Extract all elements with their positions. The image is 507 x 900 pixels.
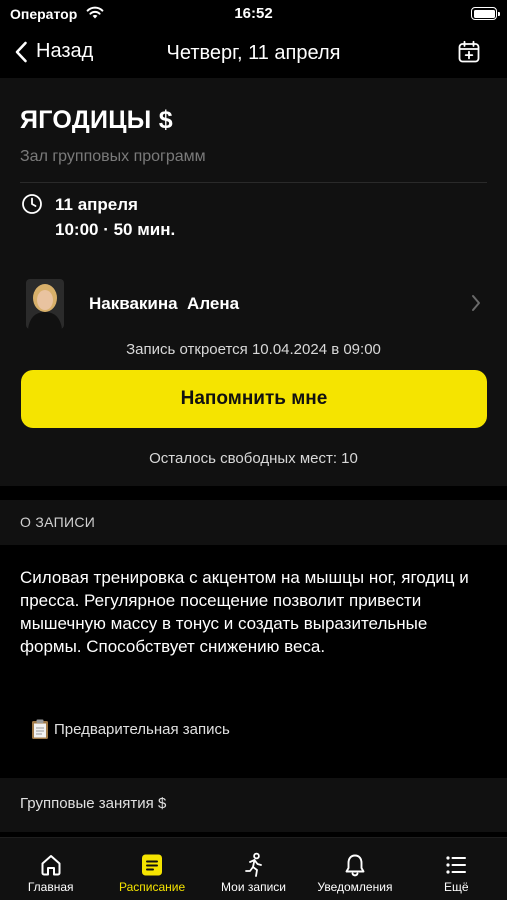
prebook-label: Предварительная запись xyxy=(54,720,230,738)
home-icon xyxy=(41,855,61,876)
group-classes-label: Групповые занятия $ xyxy=(20,795,167,812)
tab-my-bookings[interactable]: Мои записи xyxy=(203,838,304,900)
status-bar: Оператор 16:52 xyxy=(0,0,507,30)
calendar-add-icon[interactable] xyxy=(457,40,481,64)
tab-home[interactable]: Главная xyxy=(0,838,101,900)
divider xyxy=(20,182,487,183)
trainer-name: Наквакина Алена xyxy=(89,294,240,313)
tab-label: Уведомления xyxy=(317,880,393,894)
tab-bar: Главная Расписание Мои записи Уведомлени… xyxy=(0,837,507,900)
tab-more[interactable]: Ещё xyxy=(406,838,507,900)
about-section-header: О ЗАПИСИ xyxy=(0,500,507,545)
clipboard-icon xyxy=(32,719,48,739)
clock-time: 16:52 xyxy=(234,5,273,22)
navigation-bar: Назад Четверг, 11 апреля xyxy=(0,30,507,78)
trainer-row[interactable]: Наквакина Алена xyxy=(0,274,507,334)
class-title: ЯГОДИЦЫ $ xyxy=(20,106,173,134)
schedule-icon xyxy=(142,854,163,876)
tab-label: Ещё xyxy=(444,880,469,894)
trainer-avatar xyxy=(26,279,64,329)
tab-label: Мои записи xyxy=(221,880,286,894)
runner-icon xyxy=(244,852,262,877)
back-button[interactable]: Назад xyxy=(14,40,93,63)
class-time: 10:00 · 50 мин. xyxy=(55,220,176,239)
tab-notifications[interactable]: Уведомления xyxy=(304,838,405,900)
battery-icon xyxy=(471,7,500,20)
tab-label: Главная xyxy=(27,880,74,894)
tab-schedule[interactable]: Расписание xyxy=(101,838,202,900)
class-hall: Зал групповых программ xyxy=(20,148,206,165)
bell-icon xyxy=(345,854,365,877)
tab-label: Расписание xyxy=(119,880,186,894)
prebook-row: Предварительная запись xyxy=(30,718,230,740)
about-header-label: О ЗАПИСИ xyxy=(20,514,96,530)
class-card: ЯГОДИЦЫ $ Зал групповых программ 11 апре… xyxy=(0,78,507,486)
booking-open-note: Запись откроется 10.04.2024 в 09:00 xyxy=(126,341,381,358)
group-classes-row[interactable]: Групповые занятия $ xyxy=(0,778,507,832)
chevron-right-icon xyxy=(472,295,480,311)
clock-icon xyxy=(22,194,42,214)
list-icon xyxy=(446,856,467,874)
class-date: 11 апреля xyxy=(55,195,138,214)
back-label: Назад xyxy=(36,40,94,62)
chevron-left-icon xyxy=(15,41,27,62)
class-description: Силовая тренировка с акцентом на мышцы н… xyxy=(20,568,469,656)
remind-me-button[interactable]: Напомнить мне xyxy=(21,370,487,428)
free-places-count: Осталось свободных мест: 10 xyxy=(149,450,358,467)
